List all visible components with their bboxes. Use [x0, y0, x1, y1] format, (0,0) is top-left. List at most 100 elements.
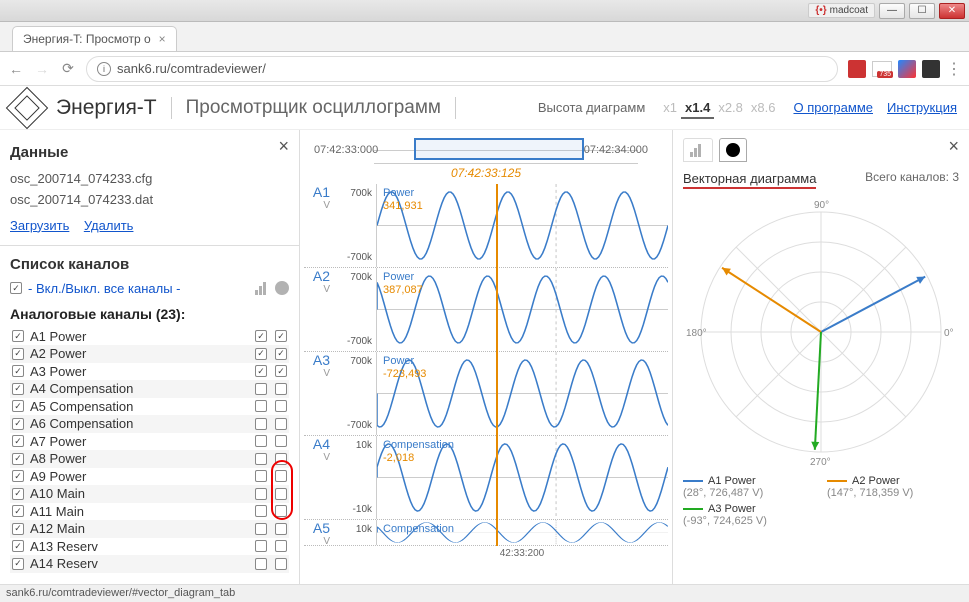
channel-vector-checkbox[interactable]	[275, 453, 287, 465]
extension-icon[interactable]	[898, 60, 916, 78]
channel-bar-checkbox[interactable]	[255, 418, 267, 430]
channel-bar-checkbox[interactable]	[255, 400, 267, 412]
toggle-all-link[interactable]: - Вкл./Выкл. все каналы -	[28, 281, 181, 296]
channel-visible-checkbox[interactable]	[12, 470, 24, 482]
waveform-plot[interactable]: Compensation	[376, 520, 668, 545]
channel-visible-checkbox[interactable]	[12, 383, 24, 395]
channel-id: A2	[304, 268, 330, 284]
channel-bar-checkbox[interactable]	[255, 365, 267, 377]
toggle-all-checkbox[interactable]	[10, 282, 22, 294]
channel-bar-checkbox[interactable]	[255, 383, 267, 395]
zoom-option[interactable]: x8.6	[747, 98, 780, 117]
browser-toolbar: ← → ⟳ i sank6.ru/comtradeviewer/ ⋮	[0, 52, 969, 86]
back-icon[interactable]: ←	[8, 61, 24, 77]
channel-row[interactable]: A10 Main	[10, 485, 289, 503]
overview-timeline[interactable]: 07:42:33:000 07:42:34:000	[374, 136, 638, 164]
extension-icon[interactable]	[922, 60, 940, 78]
address-bar[interactable]: i sank6.ru/comtradeviewer/	[86, 56, 838, 82]
zoom-option[interactable]: x1	[659, 98, 681, 117]
channel-bar-checkbox[interactable]	[255, 523, 267, 535]
channel-visible-checkbox[interactable]	[12, 418, 24, 430]
delete-link[interactable]: Удалить	[84, 218, 134, 233]
channel-bar-checkbox[interactable]	[255, 435, 267, 447]
channel-row[interactable]: A2 Power	[10, 345, 289, 363]
channel-visible-checkbox[interactable]	[12, 453, 24, 465]
channel-bar-checkbox[interactable]	[255, 470, 267, 482]
channel-vector-checkbox[interactable]	[275, 558, 287, 570]
channel-vector-checkbox[interactable]	[275, 418, 287, 430]
waveform-plot[interactable]: Compensation -2,018	[376, 436, 668, 519]
channel-bar-checkbox[interactable]	[255, 453, 267, 465]
browser-tab[interactable]: Энергия-T: Просмотр о ×	[12, 26, 177, 51]
minimize-button[interactable]: ―	[879, 3, 905, 19]
reload-icon[interactable]: ⟳	[60, 61, 76, 77]
channel-visible-checkbox[interactable]	[12, 330, 24, 342]
tab-vector-diagram[interactable]	[719, 138, 747, 162]
channel-visible-checkbox[interactable]	[12, 400, 24, 412]
file-item: osc_200714_074233.dat	[10, 190, 289, 211]
channel-bar-checkbox[interactable]	[255, 348, 267, 360]
channel-vector-checkbox[interactable]	[275, 470, 287, 482]
channel-vector-checkbox[interactable]	[275, 540, 287, 552]
channel-row[interactable]: A11 Main	[10, 503, 289, 521]
channel-row[interactable]: A6 Compensation	[10, 415, 289, 433]
signal-name: Power	[383, 271, 414, 283]
waveform-plot[interactable]: Power -723,493	[376, 352, 668, 435]
site-info-icon[interactable]: i	[97, 62, 111, 76]
channel-vector-checkbox[interactable]	[275, 505, 287, 517]
channel-visible-checkbox[interactable]	[12, 365, 24, 377]
channel-visible-checkbox[interactable]	[12, 505, 24, 517]
window-close-button[interactable]: ✕	[939, 3, 965, 19]
waveform-row: A3V 700k-700k Power -723,493	[304, 352, 668, 436]
channel-row[interactable]: A8 Power	[10, 450, 289, 468]
overview-selection[interactable]	[414, 138, 584, 160]
channel-vector-checkbox[interactable]	[275, 383, 287, 395]
channel-visible-checkbox[interactable]	[12, 540, 24, 552]
zoom-option[interactable]: x2.8	[714, 98, 747, 117]
channel-row[interactable]: A9 Power	[10, 468, 289, 486]
close-icon[interactable]: ×	[948, 136, 959, 157]
channel-row[interactable]: A13 Reserv	[10, 538, 289, 556]
channel-bar-checkbox[interactable]	[255, 558, 267, 570]
pie-chart-icon[interactable]	[275, 281, 289, 295]
channel-bar-checkbox[interactable]	[255, 488, 267, 500]
channel-vector-checkbox[interactable]	[275, 400, 287, 412]
close-icon[interactable]: ×	[278, 136, 289, 157]
channel-visible-checkbox[interactable]	[12, 488, 24, 500]
channel-vector-checkbox[interactable]	[275, 365, 287, 377]
channel-row[interactable]: A4 Compensation	[10, 380, 289, 398]
tab-close-icon[interactable]: ×	[159, 32, 166, 46]
extension-icon[interactable]	[848, 60, 866, 78]
channel-row[interactable]: A14 Reserv	[10, 555, 289, 573]
manual-link[interactable]: Инструкция	[887, 100, 957, 115]
tab-bar-chart[interactable]	[683, 138, 713, 162]
channel-vector-checkbox[interactable]	[275, 330, 287, 342]
channel-row[interactable]: A12 Main	[10, 520, 289, 538]
load-link[interactable]: Загрузить	[10, 218, 69, 233]
about-link[interactable]: О программе	[793, 100, 873, 115]
channel-row[interactable]: A3 Power	[10, 363, 289, 381]
waveform-plot[interactable]: Power 387,087	[376, 268, 668, 351]
zoom-option[interactable]: x1.4	[681, 98, 714, 119]
channel-vector-checkbox[interactable]	[275, 435, 287, 447]
cursor-line[interactable]	[496, 184, 498, 546]
channel-vector-checkbox[interactable]	[275, 488, 287, 500]
bar-chart-icon[interactable]	[255, 281, 271, 295]
channel-visible-checkbox[interactable]	[12, 348, 24, 360]
channel-visible-checkbox[interactable]	[12, 523, 24, 535]
forward-icon[interactable]: →	[34, 61, 50, 77]
channel-vector-checkbox[interactable]	[275, 523, 287, 535]
menu-icon[interactable]: ⋮	[946, 59, 961, 79]
channel-row[interactable]: A5 Compensation	[10, 398, 289, 416]
channel-row[interactable]: A7 Power	[10, 433, 289, 451]
waveform-plot[interactable]: Power 341,931	[376, 184, 668, 267]
gmail-icon[interactable]	[872, 61, 892, 77]
channel-row[interactable]: A1 Power	[10, 328, 289, 346]
channel-bar-checkbox[interactable]	[255, 330, 267, 342]
channel-visible-checkbox[interactable]	[12, 435, 24, 447]
channel-visible-checkbox[interactable]	[12, 558, 24, 570]
channel-bar-checkbox[interactable]	[255, 540, 267, 552]
maximize-button[interactable]: ☐	[909, 3, 935, 19]
channel-bar-checkbox[interactable]	[255, 505, 267, 517]
channel-vector-checkbox[interactable]	[275, 348, 287, 360]
